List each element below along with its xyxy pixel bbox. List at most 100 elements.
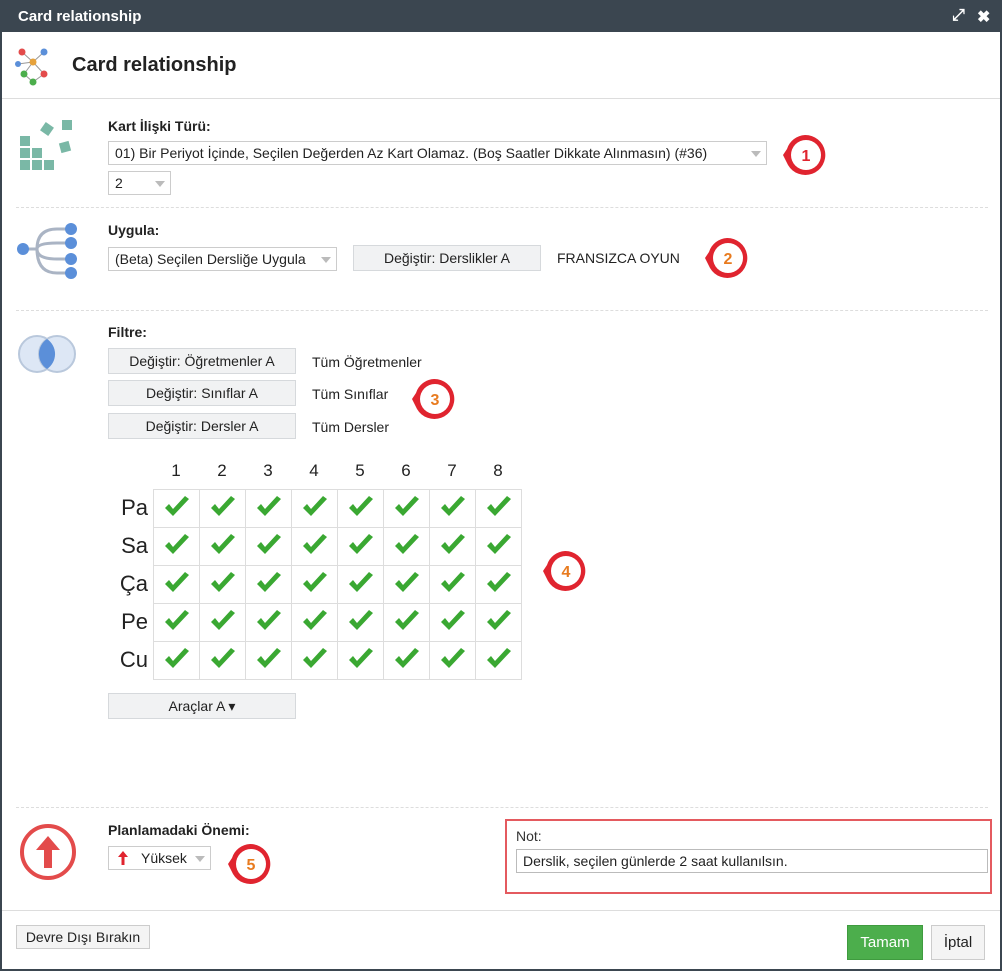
grid-cell[interactable] (429, 489, 476, 528)
change-rooms-button[interactable]: Değiştir: Derslikler A (353, 245, 541, 271)
check-icon (440, 648, 465, 668)
apply-mode-value: (Beta) Seçilen Dersliğe Uygula (115, 251, 306, 267)
cancel-button[interactable]: İptal (931, 925, 985, 960)
day-header[interactable]: Pa (108, 495, 148, 521)
grid-cell[interactable] (383, 603, 430, 642)
grid-cell[interactable] (337, 565, 384, 604)
apply-mode-select[interactable]: (Beta) Seçilen Dersliğe Uygula (108, 247, 337, 271)
period-header[interactable]: 8 (475, 461, 521, 481)
grid-cell[interactable] (475, 489, 522, 528)
check-icon (486, 648, 511, 668)
grid-cell[interactable] (245, 565, 292, 604)
grid-cell[interactable] (337, 603, 384, 642)
grid-cell[interactable] (383, 527, 430, 566)
grid-cell[interactable] (153, 489, 200, 528)
grid-cell[interactable] (291, 489, 338, 528)
grid-cell[interactable] (245, 641, 292, 680)
check-icon (348, 610, 373, 630)
grid-cell[interactable] (337, 489, 384, 528)
check-icon (440, 496, 465, 516)
grid-cell[interactable] (199, 565, 246, 604)
grid-cell[interactable] (245, 489, 292, 528)
grid-cell[interactable] (291, 527, 338, 566)
check-icon (440, 572, 465, 592)
check-icon (210, 648, 235, 668)
grid-cell[interactable] (153, 603, 200, 642)
check-icon (256, 534, 281, 554)
day-header[interactable]: Sa (108, 533, 148, 559)
check-icon (348, 648, 373, 668)
period-header[interactable]: 3 (245, 461, 291, 481)
grid-cell[interactable] (475, 603, 522, 642)
period-header[interactable]: 4 (291, 461, 337, 481)
grid-cell[interactable] (199, 641, 246, 680)
period-header[interactable]: 5 (337, 461, 383, 481)
grid-cell[interactable] (475, 527, 522, 566)
note-input[interactable]: Derslik, seçilen günlerde 2 saat kullanı… (516, 849, 988, 873)
grid-cell[interactable] (383, 565, 430, 604)
day-header[interactable]: Ça (108, 571, 148, 597)
grid-cell[interactable] (153, 527, 200, 566)
note-label: Not: (516, 828, 542, 844)
grid-cell[interactable] (383, 489, 430, 528)
check-icon (348, 534, 373, 554)
grid-cell[interactable] (429, 527, 476, 566)
change-teachers-button[interactable]: Değiştir: Öğretmenler A (108, 348, 296, 374)
arrow-up-icon (118, 851, 128, 865)
grid-cell[interactable] (475, 565, 522, 604)
grid-cell[interactable] (475, 641, 522, 680)
card-relationship-dialog: Card relationship ⤢ ✖ Card relationship (0, 0, 1002, 971)
relation-type-value: 01) Bir Periyot İçinde, Seçilen Değerden… (115, 145, 708, 161)
change-subjects-button[interactable]: Değiştir: Dersler A (108, 413, 296, 439)
grid-cell[interactable] (383, 641, 430, 680)
grid-cell[interactable] (245, 527, 292, 566)
grid-cell[interactable] (291, 641, 338, 680)
grid-cell[interactable] (199, 527, 246, 566)
check-icon (394, 496, 419, 516)
grid-cell[interactable] (337, 527, 384, 566)
check-icon (302, 534, 327, 554)
grid-row (153, 527, 522, 566)
period-header[interactable]: 6 (383, 461, 429, 481)
callout-badge-4: 4 (543, 550, 586, 591)
chevron-down-icon (321, 257, 331, 263)
page-title: Card relationship (72, 54, 237, 76)
grid-cell[interactable] (153, 565, 200, 604)
check-icon (164, 610, 189, 630)
day-header[interactable]: Cu (108, 647, 148, 673)
grid-cell[interactable] (199, 603, 246, 642)
relation-type-select[interactable]: 01) Bir Periyot İçinde, Seçilen Değerden… (108, 141, 767, 165)
grid-cell[interactable] (245, 603, 292, 642)
callout-number: 4 (562, 564, 571, 581)
relation-count-select[interactable]: 2 (108, 171, 171, 195)
check-icon (394, 572, 419, 592)
maximize-icon[interactable]: ⤢ (952, 7, 965, 25)
grid-cell[interactable] (429, 603, 476, 642)
close-icon[interactable]: ✖ (977, 7, 990, 27)
change-classes-button[interactable]: Değiştir: Sınıflar A (108, 380, 296, 406)
check-icon (210, 572, 235, 592)
importance-select[interactable]: Yüksek (108, 846, 211, 870)
check-icon (210, 610, 235, 630)
grid-cell[interactable] (153, 641, 200, 680)
tools-button[interactable]: Araçlar A ▾ (108, 693, 296, 719)
section-divider (16, 807, 988, 808)
grid-cell[interactable] (429, 565, 476, 604)
chevron-down-icon (155, 181, 165, 187)
check-icon (256, 610, 281, 630)
period-header[interactable]: 1 (153, 461, 199, 481)
period-header[interactable]: 7 (429, 461, 475, 481)
check-icon (486, 534, 511, 554)
grid-row (153, 603, 522, 642)
classes-filter-value: Tüm Sınıflar (312, 386, 389, 402)
grid-cell[interactable] (291, 565, 338, 604)
grid-cell[interactable] (291, 603, 338, 642)
grid-cell[interactable] (337, 641, 384, 680)
filter-venn-icon (18, 335, 76, 373)
day-header[interactable]: Pe (108, 609, 148, 635)
disable-button[interactable]: Devre Dışı Bırakın (16, 925, 150, 949)
grid-cell[interactable] (429, 641, 476, 680)
ok-button[interactable]: Tamam (847, 925, 923, 960)
grid-cell[interactable] (199, 489, 246, 528)
period-header[interactable]: 2 (199, 461, 245, 481)
